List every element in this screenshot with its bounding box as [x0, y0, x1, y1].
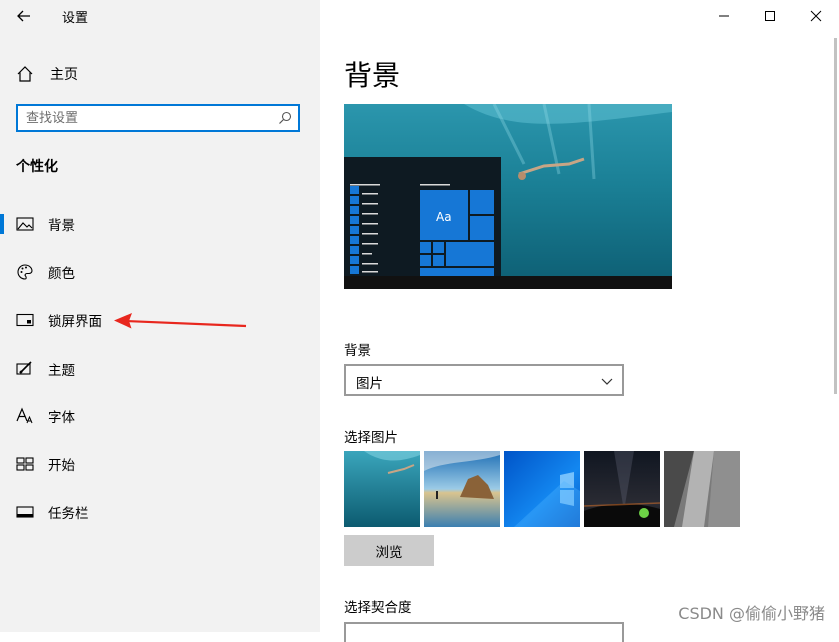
fit-dropdown[interactable] — [344, 622, 624, 642]
sidebar: 设置 主页 个性化 背景 颜色 锁屏界面 — [0, 0, 320, 632]
back-arrow-icon[interactable] — [14, 6, 34, 26]
thumbnail-night-sky[interactable] — [584, 451, 660, 527]
page-title: 背景 — [344, 59, 401, 92]
sidebar-item-background[interactable]: 背景 — [0, 204, 320, 244]
preview-tile-label: Aa — [436, 210, 452, 224]
sidebar-item-label: 字体 — [48, 410, 75, 426]
sidebar-item-label: 主题 — [48, 363, 75, 379]
main-panel: 背景 Aa 背景 图片 选择图片 浏览 选择契合度 — [320, 0, 839, 642]
section-title: 个性化 — [16, 159, 58, 175]
background-label: 背景 — [344, 343, 371, 359]
minimize-icon — [719, 15, 729, 17]
home-icon — [17, 66, 33, 82]
sidebar-item-label: 颜色 — [48, 266, 75, 282]
dropdown-value: 图片 — [356, 376, 383, 392]
home-label: 主页 — [50, 67, 78, 83]
sidebar-item-taskbar[interactable]: 任务栏 — [0, 492, 320, 532]
palette-icon — [16, 263, 34, 281]
sidebar-item-label: 任务栏 — [48, 506, 89, 522]
preview-image: Aa — [344, 104, 672, 289]
sidebar-item-label: 锁屏界面 — [48, 314, 102, 330]
sidebar-item-start[interactable]: 开始 — [0, 444, 320, 484]
theme-brush-icon — [16, 360, 34, 378]
image-icon — [16, 215, 34, 233]
thumbnail-rock-cliff[interactable] — [664, 451, 740, 527]
picture-thumbnails — [344, 451, 740, 527]
maximize-button[interactable] — [747, 0, 793, 32]
search-box[interactable] — [16, 104, 300, 132]
sidebar-item-themes[interactable]: 主题 — [0, 349, 320, 389]
minimize-button[interactable] — [701, 0, 747, 32]
close-icon — [810, 10, 822, 22]
sidebar-item-colors[interactable]: 颜色 — [0, 252, 320, 292]
maximize-icon — [765, 11, 775, 21]
background-preview: Aa — [344, 104, 672, 289]
home-link[interactable]: 主页 — [16, 63, 78, 85]
thumbnail-beach-rocks[interactable] — [424, 451, 500, 527]
active-indicator — [0, 214, 4, 234]
lock-screen-icon — [16, 311, 34, 329]
thumbnail-underwater[interactable] — [344, 451, 420, 527]
watermark: CSDN @偷偷小野猪 — [678, 604, 825, 623]
sidebar-item-fonts[interactable]: 字体 — [0, 396, 320, 436]
window-controls — [701, 0, 839, 32]
fit-label: 选择契合度 — [344, 600, 412, 616]
choose-picture-label: 选择图片 — [344, 430, 398, 446]
search-icon[interactable] — [278, 111, 292, 125]
browse-button[interactable]: 浏览 — [344, 535, 434, 566]
sidebar-item-label: 开始 — [48, 458, 75, 474]
close-button[interactable] — [793, 0, 839, 32]
start-tiles-icon — [16, 455, 34, 473]
font-icon — [16, 407, 34, 425]
background-type-dropdown[interactable]: 图片 — [344, 364, 624, 396]
chevron-down-icon — [601, 378, 613, 385]
scrollbar[interactable] — [834, 38, 837, 394]
sidebar-item-label: 背景 — [48, 218, 75, 234]
taskbar-icon — [16, 503, 34, 521]
annotation-arrow-icon — [114, 313, 247, 329]
thumbnail-windows-logo[interactable] — [504, 451, 580, 527]
app-title: 设置 — [62, 11, 89, 26]
search-input[interactable] — [26, 109, 266, 127]
